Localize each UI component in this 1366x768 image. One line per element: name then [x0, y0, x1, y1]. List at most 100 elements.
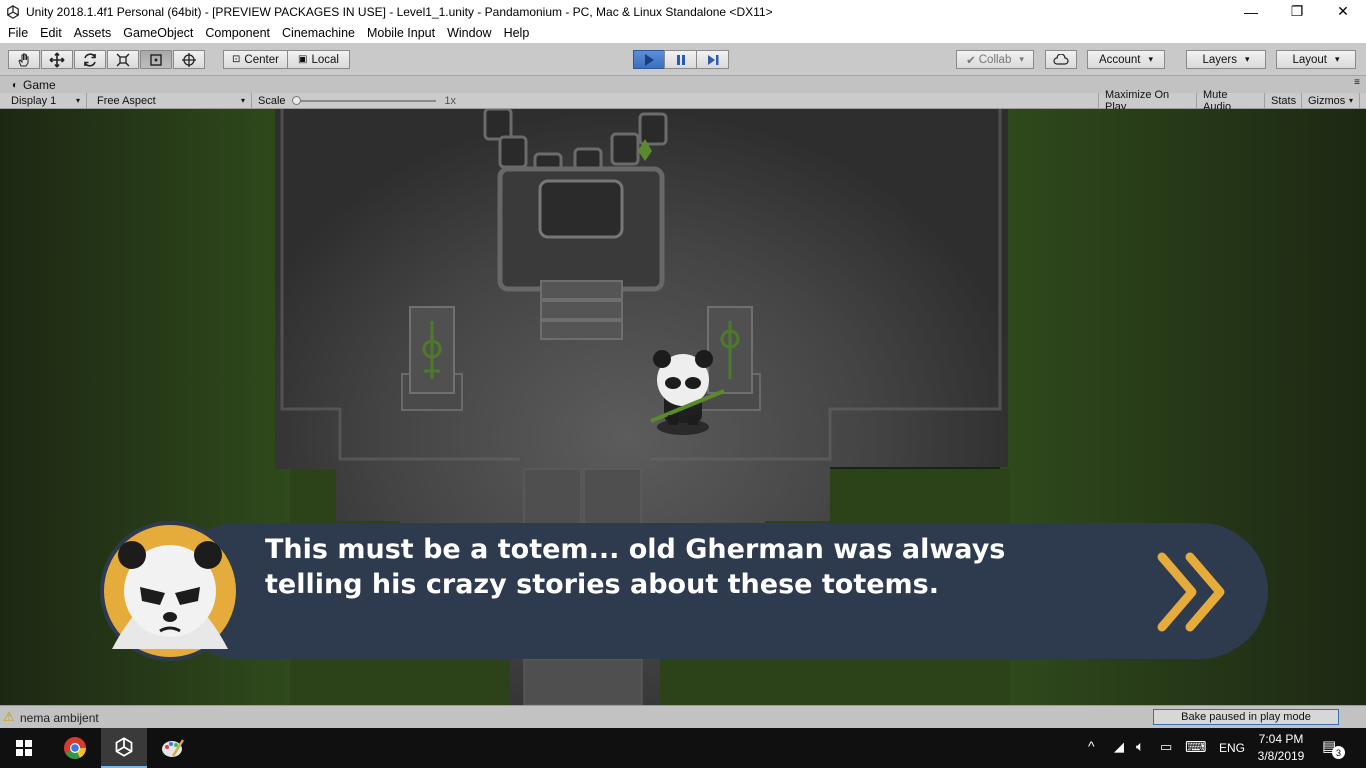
pause-icon	[676, 54, 685, 65]
mute-audio-toggle[interactable]: Mute Audio	[1197, 89, 1265, 113]
panel-menu-icon[interactable]: ≡	[1354, 77, 1360, 88]
layers-dropdown[interactable]: Layers	[1186, 50, 1266, 69]
step-button[interactable]	[696, 50, 729, 69]
menu-cinemachine[interactable]: Cinemachine	[276, 26, 361, 40]
game-viewport[interactable]: This must be a totem... old Gherman was …	[0, 109, 1366, 705]
layout-label: Layout	[1292, 53, 1327, 66]
maximize-button[interactable]: ❐	[1274, 0, 1320, 23]
gizmos-dropdown-icon: ▾	[1348, 96, 1353, 105]
menu-window[interactable]: Window	[441, 26, 497, 40]
scale-slider-thumb[interactable]	[291, 95, 301, 105]
menu-assets[interactable]: Assets	[68, 26, 118, 40]
scale-control: Scale 1x	[252, 93, 462, 108]
start-button[interactable]	[0, 728, 48, 768]
menu-mobile-input[interactable]: Mobile Input	[361, 26, 441, 40]
window-title: Unity 2018.1.4f1 Personal (64bit) - [PRE…	[26, 4, 773, 19]
window-titlebar: Unity 2018.1.4f1 Personal (64bit) - [PRE…	[0, 0, 1366, 23]
close-button[interactable]: ✕	[1320, 0, 1366, 23]
display-dropdown[interactable]: Display 1 ▾	[5, 93, 87, 108]
pivot-center-label: Center	[244, 53, 279, 66]
menu-file[interactable]: File	[2, 26, 34, 40]
stats-label: Stats	[1271, 94, 1297, 107]
display-label: Display 1	[11, 94, 57, 107]
scale-icon	[116, 53, 130, 66]
volume-icon[interactable]: 🔈︎	[1136, 738, 1144, 755]
hand-tool-button[interactable]	[8, 50, 40, 69]
game-tab-icon: ◐	[12, 79, 19, 91]
status-bar: ⚠ nema ambijent Bake paused in play mode	[0, 705, 1366, 728]
language-indicator[interactable]: ENG	[1219, 741, 1245, 755]
game-view-controls: Display 1 ▾ Free Aspect ▾ Scale 1x Maxim…	[0, 89, 1366, 113]
collab-dropdown[interactable]: ✔ Collab	[956, 50, 1034, 69]
paint-icon	[162, 739, 185, 757]
cloud-icon	[1053, 53, 1069, 65]
clock-date: 3/8/2019	[1257, 749, 1305, 763]
rect-transform-icon	[150, 53, 162, 66]
dialogue-box[interactable]: This must be a totem... old Gherman was …	[100, 521, 1268, 661]
keyboard-icon[interactable]: ⌨	[1185, 738, 1207, 756]
dialogue-line-1: This must be a totem... old Gherman was …	[265, 534, 1005, 565]
tab-game[interactable]: ◐ Game	[4, 77, 64, 93]
maximize-on-play-toggle[interactable]: Maximize On Play	[1098, 89, 1197, 113]
network-icon[interactable]: ◢	[1114, 739, 1124, 755]
unity-icon	[115, 737, 133, 757]
taskbar-paint[interactable]	[150, 728, 196, 768]
transform-tool-button[interactable]	[173, 50, 205, 69]
altar-steps	[540, 280, 623, 340]
scale-slider[interactable]	[291, 95, 437, 105]
windows-taskbar: ^ ◢ 🔈︎ ▭ ⌨ ENG 7:04 PM 3/8/2019 ▤ 3	[0, 728, 1366, 768]
scale-value: 1x	[444, 94, 456, 107]
pivot-local-button[interactable]: ▣ Local	[287, 50, 350, 69]
chrome-icon	[64, 737, 86, 759]
layers-label: Layers	[1202, 53, 1237, 66]
move-tool-button[interactable]	[41, 50, 73, 69]
show-hidden-icons[interactable]: ^	[1088, 738, 1095, 754]
account-label: Account	[1098, 53, 1141, 66]
windows-logo-icon	[16, 740, 32, 756]
rotate-icon	[84, 52, 96, 67]
move-arrows-icon	[49, 52, 65, 67]
unity-logo-icon	[7, 4, 19, 19]
console-message[interactable]: nema ambijent	[20, 711, 99, 725]
rect-tool-button[interactable]	[140, 50, 172, 69]
transform-icon	[182, 52, 196, 67]
menu-help[interactable]: Help	[498, 26, 536, 40]
power-icon[interactable]: ▭	[1160, 739, 1172, 755]
stats-toggle[interactable]: Stats	[1265, 93, 1302, 108]
pause-button[interactable]	[664, 50, 697, 69]
collab-label: Collab	[978, 53, 1012, 66]
panda-portrait	[112, 541, 228, 649]
scale-label: Scale	[258, 94, 286, 107]
pivot-center-button[interactable]: ⊡ Center	[223, 50, 288, 69]
step-icon	[707, 54, 718, 65]
scale-tool-button[interactable]	[107, 50, 139, 69]
gizmos-dropdown[interactable]: Gizmos ▾	[1302, 93, 1360, 108]
totem-left	[401, 306, 463, 411]
warning-icon: ⚠	[3, 709, 15, 724]
clock[interactable]: 7:04 PM 3/8/2019	[1250, 731, 1312, 765]
aspect-label: Free Aspect	[97, 94, 156, 107]
notifications-button[interactable]: ▤ 3	[1322, 737, 1346, 759]
aspect-dropdown[interactable]: Free Aspect ▾	[91, 93, 252, 108]
dialogue-line-2: telling his crazy stories about these to…	[265, 569, 939, 600]
layout-dropdown[interactable]: Layout	[1276, 50, 1356, 69]
main-toolbar: ⊡ Center ▣ Local ✔ Collab Account Layers…	[0, 43, 1366, 76]
pivot-local-label: Local	[311, 53, 339, 66]
play-button[interactable]	[633, 50, 665, 69]
menu-edit[interactable]: Edit	[34, 26, 68, 40]
taskbar-unity[interactable]	[101, 728, 147, 768]
hand-icon	[18, 53, 29, 66]
rotate-tool-button[interactable]	[74, 50, 106, 69]
clock-time: 7:04 PM	[1258, 732, 1304, 746]
minimize-button[interactable]: —	[1228, 0, 1274, 23]
menu-gameobject[interactable]: GameObject	[117, 26, 199, 40]
collab-check-icon: ✔	[966, 54, 976, 67]
cloud-button[interactable]	[1045, 50, 1077, 69]
menu-component[interactable]: Component	[199, 26, 276, 40]
account-dropdown[interactable]: Account	[1087, 50, 1165, 69]
pivot-icon: ⊡	[232, 54, 241, 65]
play-icon	[645, 53, 654, 66]
taskbar-chrome[interactable]	[52, 728, 98, 768]
altar-top	[538, 179, 624, 239]
gizmos-label: Gizmos	[1308, 94, 1346, 107]
